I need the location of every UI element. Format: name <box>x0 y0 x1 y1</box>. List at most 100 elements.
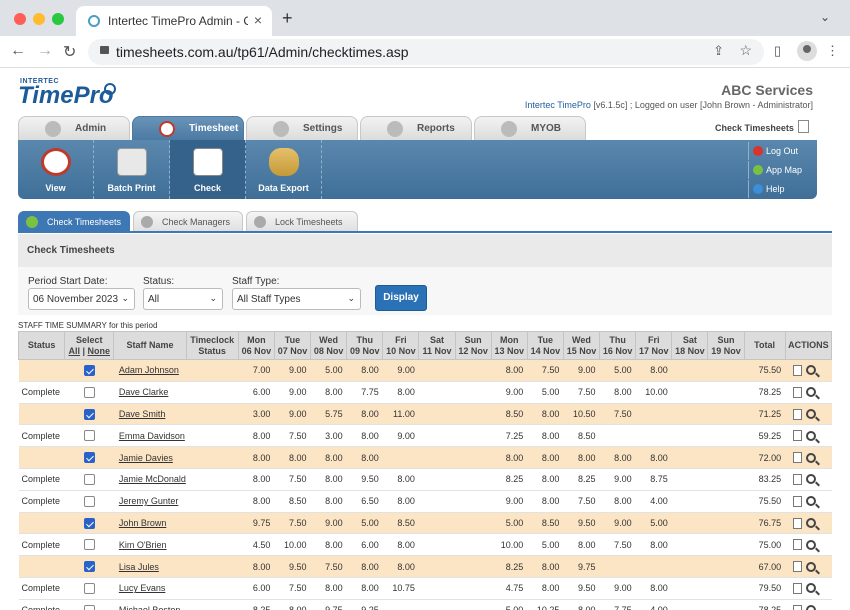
back-icon[interactable]: ← <box>10 42 26 60</box>
help-link[interactable]: Help <box>748 180 815 198</box>
row-select-checkbox[interactable] <box>83 473 95 485</box>
select-all-link[interactable]: All <box>68 346 80 356</box>
tab-admin[interactable]: Admin <box>18 116 130 140</box>
app-map-link[interactable]: App Map <box>748 161 815 179</box>
row-select-checkbox[interactable] <box>83 561 95 573</box>
magnifier-icon[interactable] <box>806 583 817 594</box>
display-button[interactable]: Display <box>375 285 427 311</box>
status-select[interactable]: All ⌄ <box>143 288 223 310</box>
share-icon[interactable]: ⇪ <box>713 43 724 59</box>
magnifier-icon[interactable] <box>806 561 817 572</box>
minimize-window-button[interactable] <box>33 13 45 25</box>
document-icon[interactable] <box>793 473 803 485</box>
subtab-lock-timesheets[interactable]: Lock Timesheets <box>246 211 358 231</box>
row-select-checkbox[interactable] <box>83 517 95 529</box>
document-icon[interactable] <box>793 452 803 464</box>
magnifier-icon[interactable] <box>806 430 817 441</box>
timepro-link[interactable]: Intertec TimePro <box>525 100 591 110</box>
row-select-checkbox[interactable] <box>83 364 95 376</box>
row-hours: 7.50 <box>274 577 311 600</box>
staff-type-select[interactable]: All Staff Types ⌄ <box>232 288 361 310</box>
tab-settings[interactable]: Settings <box>246 116 358 140</box>
row-hours: 9.75 <box>310 599 347 610</box>
magnifier-icon[interactable] <box>806 452 817 463</box>
select-none-link[interactable]: None <box>88 346 111 356</box>
tab-reports[interactable]: Reports <box>360 116 472 140</box>
row-hours <box>707 468 745 491</box>
col-day: Thu 16 Nov <box>599 331 637 360</box>
row-select-checkbox[interactable] <box>83 495 95 507</box>
magnifier-icon[interactable] <box>806 474 817 485</box>
row-select-checkbox[interactable] <box>83 539 95 551</box>
row-name-cell: Jamie Davies <box>113 446 187 469</box>
subtab-check-managers[interactable]: Check Managers <box>133 211 243 231</box>
subtab-check-timesheets[interactable]: Check Timesheets <box>18 211 130 231</box>
staff-name-link[interactable]: Lucy Evans <box>119 583 166 593</box>
document-icon[interactable] <box>793 364 803 376</box>
row-select-checkbox[interactable] <box>83 386 95 398</box>
browser-tab[interactable]: Intertec TimePro Admin - Che × <box>76 6 272 36</box>
staff-name-link[interactable]: Jamie McDonald <box>119 474 186 484</box>
url-field[interactable]: timesheets.com.au/tp61/Admin/checktimes.… <box>88 39 764 65</box>
period-start-label: Period Start Date: <box>28 276 108 287</box>
row-hours: 8.50 <box>382 512 419 535</box>
data-export-button[interactable]: Data Export <box>246 140 322 199</box>
period-start-select[interactable]: 06 November 2023 ⌄ <box>28 288 135 310</box>
log-out-link[interactable]: Log Out <box>748 142 815 160</box>
maximize-window-button[interactable] <box>52 13 64 25</box>
row-select-checkbox[interactable] <box>83 604 95 610</box>
tab-timesheet[interactable]: Timesheet <box>132 116 244 140</box>
tab-myob[interactable]: MYOB <box>474 116 586 140</box>
forward-icon[interactable]: → <box>37 42 53 60</box>
row-total: 75.00 <box>744 533 786 557</box>
document-icon[interactable] <box>793 495 803 507</box>
row-hours: 3.00 <box>310 424 347 448</box>
row-select-checkbox[interactable] <box>83 452 95 464</box>
magnifier-icon[interactable] <box>806 365 817 376</box>
staff-name-link[interactable]: Lisa Jules <box>119 562 159 572</box>
profile-avatar[interactable] <box>797 41 817 61</box>
view-button[interactable]: View <box>18 140 94 199</box>
staff-name-link[interactable]: Adam Johnson <box>119 365 179 375</box>
document-icon[interactable] <box>793 604 803 610</box>
staff-name-link[interactable]: Dave Smith <box>119 409 166 419</box>
app-logo[interactable]: TimePro <box>18 82 114 110</box>
close-tab-icon[interactable]: × <box>254 12 262 28</box>
new-tab-icon[interactable]: + <box>282 8 293 29</box>
staff-name-link[interactable]: Kim O'Brien <box>119 540 167 550</box>
magnifier-icon[interactable] <box>806 387 817 398</box>
batch-print-button[interactable]: Batch Print <box>94 140 170 199</box>
magnifier-icon[interactable] <box>806 605 817 610</box>
document-icon[interactable] <box>793 561 803 573</box>
row-hours: 8.25 <box>238 599 275 610</box>
staff-name-link[interactable]: Michael Boston <box>119 605 181 610</box>
row-select-checkbox[interactable] <box>83 582 95 594</box>
staff-name-link[interactable]: Dave Clarke <box>119 387 169 397</box>
document-icon[interactable] <box>793 539 803 551</box>
side-panel-icon[interactable]: ▯ <box>774 43 781 59</box>
magnifier-icon[interactable] <box>806 518 817 529</box>
reload-icon[interactable]: ↻ <box>63 42 76 62</box>
document-icon[interactable] <box>793 517 803 529</box>
row-select-cell <box>64 424 114 448</box>
document-icon[interactable] <box>793 430 803 442</box>
row-hours: 5.00 <box>491 512 528 535</box>
magnifier-icon[interactable] <box>806 496 817 507</box>
staff-name-link[interactable]: Jamie Davies <box>119 453 173 463</box>
magnifier-icon[interactable] <box>806 539 817 550</box>
staff-name-link[interactable]: Emma Davidson <box>119 431 185 441</box>
staff-name-link[interactable]: Jeremy Gunter <box>119 496 179 506</box>
tab-search-icon[interactable]: ⌄ <box>820 10 830 24</box>
row-select-checkbox[interactable] <box>83 430 95 442</box>
staff-name-link[interactable]: John Brown <box>119 518 167 528</box>
browser-menu-icon[interactable]: ⋮ <box>826 43 839 59</box>
document-icon[interactable] <box>793 386 803 398</box>
close-window-button[interactable] <box>14 13 26 25</box>
check-button[interactable]: Check <box>170 140 246 199</box>
bookmark-star-icon[interactable]: ☆ <box>739 42 752 59</box>
document-icon[interactable] <box>793 582 803 594</box>
magnifier-icon[interactable] <box>806 409 817 420</box>
row-select-checkbox[interactable] <box>83 408 95 420</box>
day-date: 16 Nov <box>602 345 633 356</box>
document-icon[interactable] <box>793 408 803 420</box>
